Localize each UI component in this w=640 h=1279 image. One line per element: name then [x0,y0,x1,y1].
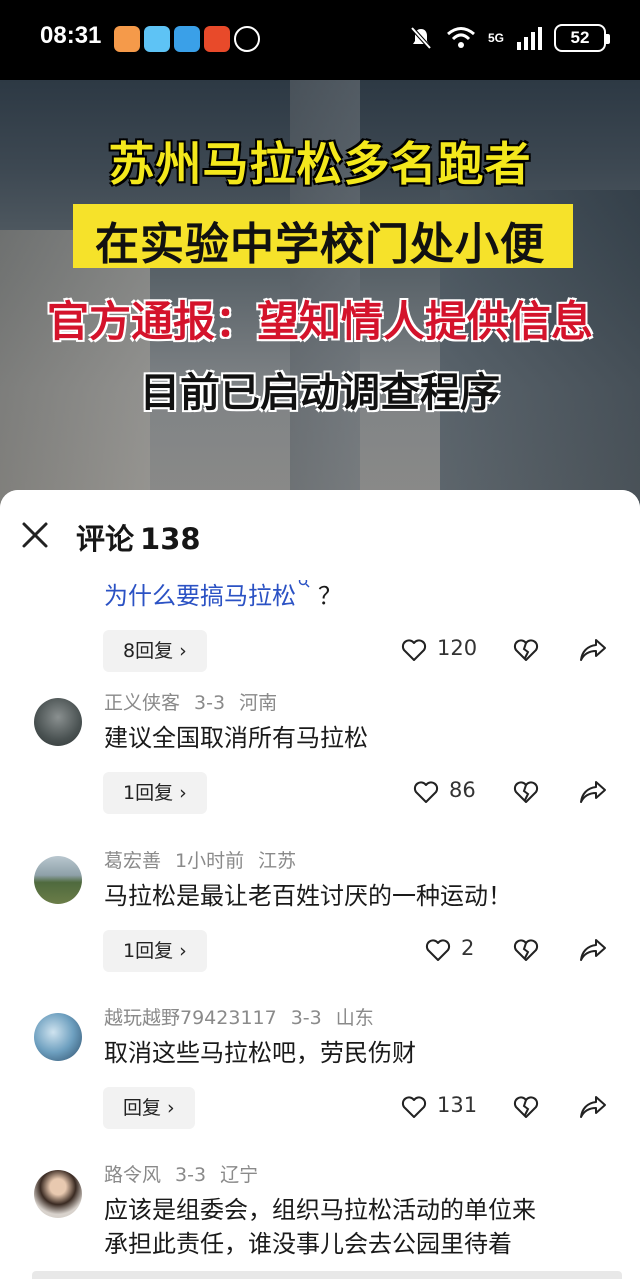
broken-heart-icon[interactable] [512,936,540,964]
heart-icon[interactable] [400,1093,428,1121]
comments-panel: 评论 138 为什么要搞马拉松？ 8回复 › 120 正义侠客 3-3 河南 建议全国… [0,490,640,1279]
like-count: 86 [449,778,476,802]
notification-app-icon [204,26,230,52]
broken-heart-icon[interactable] [512,1093,540,1121]
status-bar: 08:31 5G 52 [0,0,640,80]
share-icon[interactable] [578,1093,608,1121]
username[interactable]: 葛宏善 [104,850,161,872]
like-count: 120 [437,636,478,660]
comment-text: 为什么要搞马拉松 ？ [104,576,342,611]
comment-meta: 正义侠客 3-3 河南 [104,688,291,715]
heart-icon[interactable] [424,936,452,964]
comment-date: 3-3 [194,692,226,714]
username[interactable]: 正义侠客 [104,692,180,714]
comment-text-line-2: 承担此责任，谁没事儿会去公园里待着 [104,1230,512,1258]
comment-text: 建议全国取消所有马拉松 [104,724,368,752]
notification-app-icon [174,26,200,52]
video-headline-3: 官方通报：望知情人提供信息 [46,297,593,346]
comment-text: 马拉松是最让老百姓讨厌的一种运动！ [104,882,512,910]
network-label: 5G [487,31,504,45]
battery-indicator: 52 [554,24,610,52]
user-avatar[interactable] [34,698,82,746]
wifi-icon [447,27,475,48]
comment-date: 3-3 [175,1164,207,1186]
comment-location: 辽宁 [220,1164,259,1186]
username[interactable]: 路令风 [104,1164,161,1186]
user-avatar[interactable] [34,856,82,904]
comment-meta: 路令风 3-3 辽宁 [104,1160,272,1187]
notification-app-icon [234,26,260,52]
comments-header: 评论 138 [0,490,640,580]
heart-icon[interactable] [412,778,440,806]
comment-list[interactable]: 为什么要搞马拉松？ 8回复 › 120 正义侠客 3-3 河南 建议全国取消所有马拉… [0,560,640,1279]
comment-date: 1小时前 [175,850,245,872]
username[interactable]: 越玩越野79423117 [104,1007,277,1029]
comment-actions: 131 [0,1089,640,1129]
broken-heart-icon[interactable] [512,636,540,664]
comments-title: 评论 138 [76,516,201,558]
notification-app-icon [114,26,140,52]
user-avatar[interactable] [34,1013,82,1061]
bottom-sheet-edge [32,1271,622,1279]
comment-location: 河南 [239,692,278,714]
comment-location: 江苏 [258,850,297,872]
comment-actions: 2 [0,932,640,972]
comment-text: 取消这些马拉松吧，劳民伤财 [104,1039,416,1067]
comments-count: 138 [140,522,201,556]
like-count: 131 [437,1093,478,1117]
mute-bell-icon [410,26,432,50]
comment-text: 应该是组委会，组织马拉松活动的单位来 [104,1196,536,1224]
notification-app-icon [144,26,170,52]
video-headline-4: 目前已启动调查程序 [140,370,500,416]
battery-level: 52 [570,28,590,47]
video-player[interactable]: 苏州马拉松多名跑者 在实验中学校门处小便 官方通报：望知情人提供信息 目前已启动… [0,80,640,520]
comment-actions: 86 [0,774,640,814]
status-indicators: 5G 52 [408,20,610,56]
comment-actions: 120 [0,632,640,672]
comment-date: 3-3 [290,1007,322,1029]
close-icon[interactable] [18,518,52,552]
comment-meta: 越玩越野79423117 3-3 山东 [104,1003,388,1030]
user-avatar[interactable] [34,1170,82,1218]
like-count: 2 [461,936,475,960]
comment-location: 山东 [335,1007,374,1029]
signal-icon [517,27,542,50]
share-icon[interactable] [578,936,608,964]
heart-icon[interactable] [400,636,428,664]
comment-text-suffix: ？ [318,582,342,610]
comment-search-link[interactable]: 为什么要搞马拉松 [104,582,296,610]
comments-title-label: 评论 [76,522,135,556]
share-icon[interactable] [578,778,608,806]
broken-heart-icon[interactable] [512,778,540,806]
video-headline-1: 苏州马拉松多名跑者 [108,137,532,191]
status-time: 08:31 [40,22,102,49]
video-headline-2: 在实验中学校门处小便 [95,219,545,270]
share-icon[interactable] [578,636,608,664]
comment-meta: 葛宏善 1小时前 江苏 [104,846,310,873]
